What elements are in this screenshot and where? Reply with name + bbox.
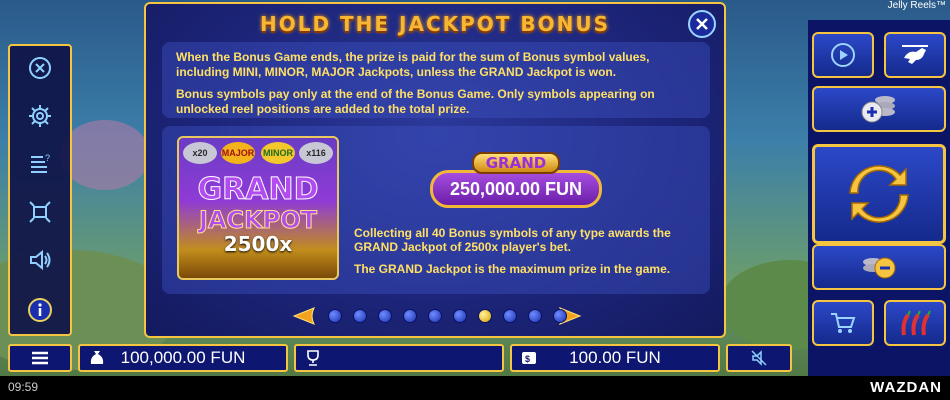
page-dot[interactable] bbox=[328, 309, 342, 323]
clock: 09:59 bbox=[8, 380, 39, 394]
trophy-icon bbox=[307, 350, 319, 366]
play-icon bbox=[831, 43, 855, 67]
panel-title: HOLD THE JACKPOT BONUS bbox=[259, 12, 611, 36]
cart-icon bbox=[831, 313, 856, 333]
page-navigation bbox=[292, 304, 582, 328]
right-controls bbox=[808, 20, 950, 376]
info-icon bbox=[28, 298, 52, 322]
status-bar: 09:59 WAZDAN bbox=[0, 376, 950, 400]
chili-peppers-icon bbox=[901, 310, 931, 336]
grand-jackpot-box: x20 MAJOR MINOR x116 GRAND JACKPOT 2500x… bbox=[162, 126, 710, 294]
image-text: GRAND bbox=[197, 172, 319, 208]
bet-increase-button[interactable] bbox=[812, 86, 946, 132]
bottom-bar: 100,000.00 FUN $ 100.00 FUN bbox=[0, 342, 808, 374]
hamburger-icon bbox=[32, 351, 48, 365]
svg-text:?: ? bbox=[45, 153, 50, 163]
balance-display: 100,000.00 FUN bbox=[78, 344, 288, 372]
bet-coins-icon: $ bbox=[522, 352, 536, 364]
page-dot[interactable] bbox=[553, 309, 567, 323]
close-button[interactable] bbox=[688, 10, 716, 38]
page-dot[interactable] bbox=[453, 309, 467, 323]
grand-paragraph: The GRAND Jackpot is the maximum prize i… bbox=[354, 262, 671, 276]
menu-button[interactable] bbox=[8, 344, 72, 372]
grand-jackpot-image: x20 MAJOR MINOR x116 GRAND JACKPOT 2500x bbox=[177, 136, 339, 280]
provider-logo: WAZDAN bbox=[870, 379, 942, 396]
settings-icon bbox=[29, 105, 51, 127]
page-dot[interactable] bbox=[478, 309, 492, 323]
settings-button[interactable] bbox=[10, 96, 70, 136]
grand-jackpot-badge: 250,000.00 FUN GRAND bbox=[430, 152, 602, 210]
info-button[interactable] bbox=[10, 290, 70, 330]
game-title: Jelly Reels™ bbox=[887, 0, 946, 11]
page-dot[interactable] bbox=[528, 309, 542, 323]
win-display bbox=[294, 344, 504, 372]
spin-button[interactable] bbox=[812, 144, 946, 244]
mute-button[interactable] bbox=[726, 344, 792, 372]
grand-label: GRAND bbox=[472, 152, 560, 174]
horse-icon bbox=[902, 45, 928, 64]
bet-decrease-button[interactable] bbox=[812, 244, 946, 290]
page-dot[interactable] bbox=[403, 309, 417, 323]
balance-value: 100,000.00 FUN bbox=[120, 348, 246, 367]
autoplay-button[interactable] bbox=[812, 32, 874, 78]
rules-paragraph: When the Bonus Game ends, the prize is p… bbox=[176, 50, 650, 79]
rules-paragraph: Bonus symbols pay only at the end of the… bbox=[176, 87, 655, 116]
page-dot[interactable] bbox=[503, 309, 517, 323]
mute-icon bbox=[751, 350, 767, 366]
rules-text-box: When the Bonus Game ends, the prize is p… bbox=[162, 42, 710, 118]
grand-description: Collecting all 40 Bonus symbols of any t… bbox=[354, 226, 704, 276]
fullscreen-button[interactable] bbox=[10, 192, 70, 232]
previous-page-arrow-icon[interactable] bbox=[292, 306, 318, 326]
paytable-button[interactable]: ? bbox=[10, 144, 70, 184]
fullscreen-icon bbox=[29, 201, 51, 223]
coin-symbol: MAJOR bbox=[221, 142, 255, 164]
money-bag-icon bbox=[90, 351, 104, 364]
buy-feature-button[interactable] bbox=[812, 300, 874, 346]
sound-button[interactable] bbox=[10, 240, 70, 280]
paytable-icon: ? bbox=[31, 153, 50, 173]
close-icon bbox=[29, 57, 51, 79]
close-icon bbox=[696, 18, 708, 30]
page-dot[interactable] bbox=[378, 309, 392, 323]
coin-symbol: MINOR bbox=[261, 142, 295, 164]
coins-plus-icon bbox=[861, 96, 895, 123]
bet-display: $ 100.00 FUN bbox=[510, 344, 720, 372]
bet-value: 100.00 FUN bbox=[569, 348, 661, 367]
page-dot[interactable] bbox=[353, 309, 367, 323]
coins-minus-icon bbox=[863, 257, 896, 279]
image-text: JACKPOT bbox=[198, 206, 318, 235]
coin-symbol: x116 bbox=[299, 142, 333, 164]
grand-value: 250,000.00 FUN bbox=[430, 170, 602, 208]
turbo-button[interactable] bbox=[884, 32, 946, 78]
svg-text:$: $ bbox=[525, 354, 530, 364]
volatility-button[interactable] bbox=[884, 300, 946, 346]
spin-icon bbox=[849, 165, 909, 223]
menu-close-button[interactable] bbox=[10, 48, 70, 88]
info-panel: HOLD THE JACKPOT BONUS When the Bonus Ga… bbox=[144, 2, 726, 338]
left-menu: ? bbox=[8, 44, 72, 336]
sound-icon bbox=[30, 249, 51, 271]
page-dot[interactable] bbox=[428, 309, 442, 323]
grand-paragraph: Collecting all 40 Bonus symbols of any t… bbox=[354, 226, 671, 254]
background-hill bbox=[60, 120, 150, 190]
image-text: 2500x bbox=[223, 232, 293, 256]
coin-symbol: x20 bbox=[183, 142, 217, 164]
